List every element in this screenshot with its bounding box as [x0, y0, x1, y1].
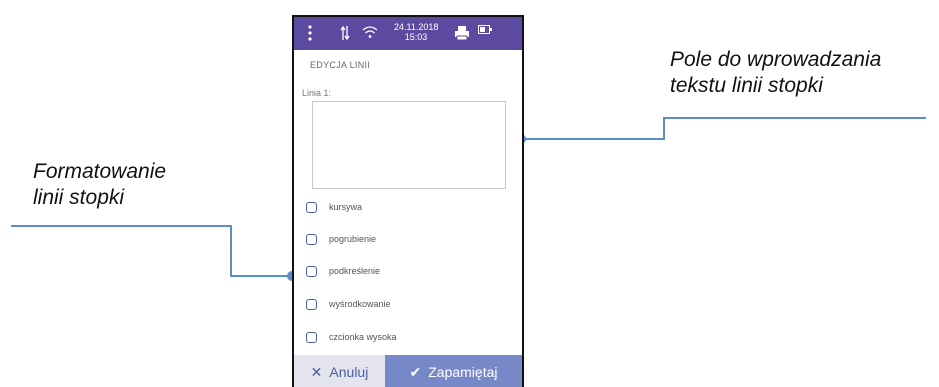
line1-label: Linia 1: — [302, 88, 332, 98]
bottom-bar: ✕ Anuluj ✔ Zapamiętaj — [294, 355, 522, 387]
italic-checkbox[interactable] — [306, 201, 317, 213]
transfer-icon — [340, 25, 350, 41]
bold-label: pogrubienie — [329, 234, 377, 244]
battery-icon — [478, 25, 492, 34]
callout-line-right — [521, 117, 926, 140]
option-italic[interactable]: kursywa — [306, 200, 362, 214]
status-time: 15:03 — [404, 32, 428, 42]
footer-line-text-area[interactable] — [312, 101, 506, 189]
callout-line-left — [11, 225, 292, 277]
italic-label: kursywa — [329, 202, 363, 212]
callout-text-field-line1: Pole do wprowadzania — [670, 48, 882, 71]
checkmark-icon: ✔ — [409, 364, 422, 380]
cancel-button[interactable]: ✕ Anuluj — [294, 355, 385, 387]
close-icon: ✕ — [310, 364, 323, 380]
underline-label: podkreślenie — [329, 266, 381, 276]
option-center[interactable]: wyśrodkowanie — [306, 297, 391, 311]
status-bar: 24.11.2018 15:03 — [294, 17, 522, 50]
center-checkbox[interactable] — [306, 298, 317, 310]
center-label: wyśrodkowanie — [329, 299, 391, 309]
callout-formatting-line1: Formatowanie — [33, 160, 167, 183]
screen-title: EDYCJA LINII — [310, 60, 371, 70]
tall-font-checkbox[interactable] — [306, 331, 317, 343]
callout-text-field-line2: tekstu linii stopki — [670, 74, 823, 97]
save-label: Zapamiętaj — [428, 364, 498, 380]
callout-formatting: Formatowanie linii stopki — [33, 159, 166, 211]
menu-icon[interactable] — [308, 25, 312, 41]
bold-checkbox[interactable] — [306, 233, 317, 245]
option-tall-font[interactable]: czcionka wysoka — [306, 330, 397, 344]
underline-checkbox[interactable] — [306, 265, 317, 277]
cancel-label: Anuluj — [329, 364, 369, 380]
save-button[interactable]: ✔ Zapamiętaj — [385, 355, 522, 387]
option-underline[interactable]: podkreślenie — [306, 264, 380, 278]
option-bold[interactable]: pogrubienie — [306, 232, 376, 246]
tall-font-label: czcionka wysoka — [329, 332, 397, 342]
printer-icon — [455, 26, 469, 41]
callout-formatting-line2: linii stopki — [33, 186, 125, 209]
phone-screen: 24.11.2018 15:03 EDYCJA LINII Linia 1: k… — [292, 15, 524, 387]
status-datetime: 24.11.2018 15:03 — [394, 22, 438, 42]
status-date: 24.11.2018 — [394, 22, 439, 32]
wifi-icon — [362, 26, 378, 38]
callout-text-field: Pole do wprowadzania tekstu linii stopki — [670, 47, 881, 99]
